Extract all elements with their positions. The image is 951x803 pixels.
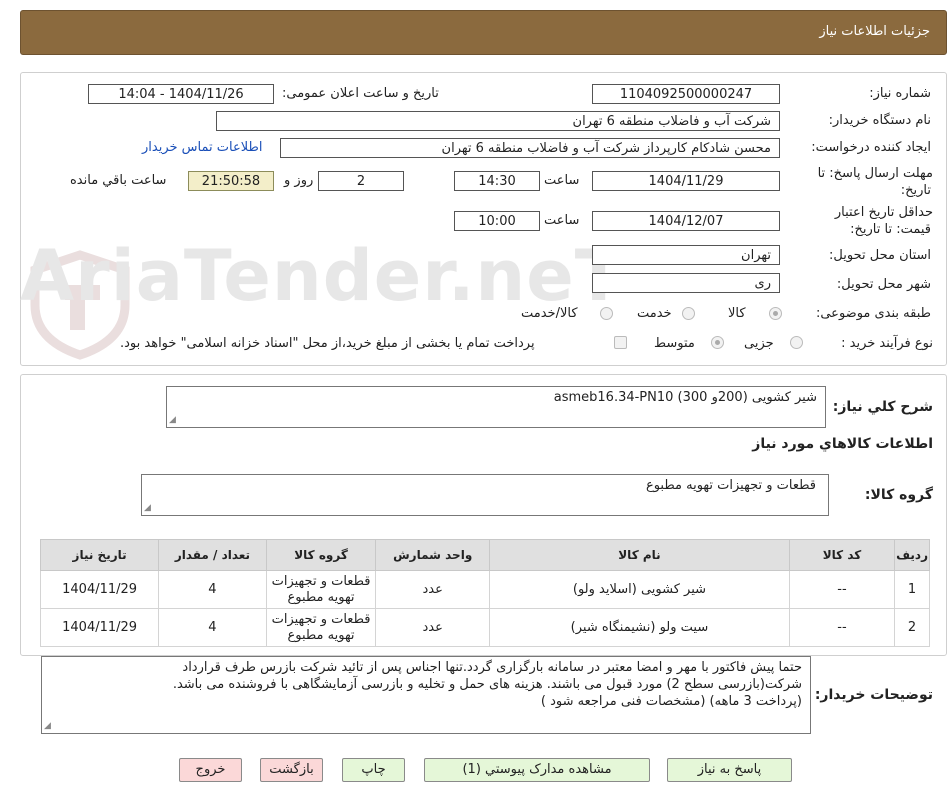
city-label: شهر محل تحویل:: [836, 277, 931, 292]
process-type-label: نوع فرآیند خرید :: [841, 336, 933, 351]
row-qty: 4: [158, 570, 267, 609]
buyer-org-field: شرکت آب و فاضلاب منطقه 6 تهران: [216, 111, 780, 131]
col-unit-header: واحد شمارش: [375, 539, 491, 571]
process-medium-radio[interactable]: [711, 336, 724, 349]
validity-label-2: قیمت: تا تاریخ:: [850, 222, 931, 237]
process-medium-label: متوسط: [654, 336, 695, 351]
need-number-field: 1104092500000247: [592, 84, 780, 104]
province-field: تهران: [592, 245, 780, 265]
countdown-timer: 21:50:58: [188, 171, 274, 191]
col-index-header: ردیف: [894, 539, 930, 571]
col-code-header: کد کالا: [788, 539, 896, 571]
goods-table: ردیف کد کالا نام کالا واحد شمارش گروه کا…: [39, 539, 930, 647]
print-button[interactable]: چاپ: [342, 758, 405, 782]
col-name-header: نام کالا: [489, 539, 790, 571]
category-label: طبقه بندی موضوعی:: [815, 306, 931, 321]
deadline-date-field: 1404/11/29: [592, 171, 780, 191]
buyer-notes-textarea[interactable]: حتما پیش فاکتور با مهر و امضا معتبر در س…: [41, 656, 811, 734]
watermark-text: AriaTender.neT: [20, 235, 624, 317]
col-group-header: گروه کالا: [265, 539, 377, 571]
category-service-label: خدمت: [637, 306, 672, 321]
view-attachments-button[interactable]: مشاهده مدارک پیوستي (1): [424, 758, 650, 782]
page-title: جزئیات اطلاعات نیاز: [819, 24, 930, 39]
days-remaining-field: 2: [318, 171, 404, 191]
announce-label: تاریخ و ساعت اعلان عمومی:: [282, 86, 439, 101]
resize-grip-icon[interactable]: ◢: [144, 504, 151, 513]
table-row[interactable]: 2 -- سیت ولو (نشیمنگاه شیر) عدد قطعات و …: [39, 608, 930, 647]
row-group: قطعات و تجهیزات تهویه مطبوع: [265, 608, 377, 647]
creator-field: محسن شادکام کارپرداز شرکت آب و فاضلاب من…: [280, 138, 780, 158]
row-name: شیر کشویی (اسلاید ولو): [489, 570, 790, 609]
buyer-notes-line: حتما پیش فاکتور با مهر و امضا معتبر در س…: [182, 660, 802, 675]
exit-button[interactable]: خروج: [179, 758, 242, 782]
row-unit: عدد: [375, 608, 491, 647]
buyer-notes-line: (پرداخت 3 ماهه) (مشخصات فنی مراجعه شود ): [540, 694, 802, 709]
category-both-radio[interactable]: [600, 307, 613, 320]
buyer-org-label: نام دستگاه خریدار:: [828, 113, 931, 128]
buyer-contact-link[interactable]: اطلاعات تماس خریدار: [142, 140, 262, 155]
goods-group-textarea[interactable]: قطعات و تجهیزات تهویه مطبوع ◢: [141, 474, 829, 516]
summary-text: شیر کشویی (200و 300) asmeb16.34-PN10: [553, 390, 817, 405]
city-field: ری: [592, 273, 780, 293]
col-date-header: تاریخ نیاز: [39, 539, 160, 571]
category-service-radio[interactable]: [682, 307, 695, 320]
announce-datetime-field: 1404/11/26 - 14:04: [88, 84, 274, 104]
summary-textarea[interactable]: شیر کشویی (200و 300) asmeb16.34-PN10 ◢: [166, 386, 826, 428]
treasury-payment-checkbox[interactable]: [614, 336, 627, 349]
buyer-notes-line: شرکت(بازرسی سطح 2) مورد قبول می باشند. ه…: [172, 677, 802, 692]
resize-grip-icon[interactable]: ◢: [169, 416, 176, 425]
validity-time-field: 10:00: [454, 211, 540, 231]
row-date: 1404/11/29: [39, 570, 160, 609]
deadline-time-label: ساعت: [544, 173, 580, 188]
category-goods-label: کالا: [728, 306, 746, 321]
table-row[interactable]: 1 -- شیر کشویی (اسلاید ولو) عدد قطعات و …: [39, 570, 930, 609]
row-unit: عدد: [375, 570, 491, 609]
resize-grip-icon[interactable]: ◢: [44, 722, 51, 731]
validity-date-field: 1404/12/07: [592, 211, 780, 231]
row-code: --: [788, 570, 896, 609]
col-qty-header: تعداد / مقدار: [158, 539, 267, 571]
row-index: 1: [894, 570, 930, 609]
need-number-label: شماره نیاز:: [869, 86, 931, 101]
category-goods-radio[interactable]: [769, 307, 782, 320]
creator-label: ایجاد کننده درخواست:: [811, 140, 931, 155]
treasury-payment-note: پرداخت تمام یا بخشی از مبلغ خرید،از محل …: [120, 336, 535, 351]
goods-info-title: اطلاعات کالاهاي مورد نياز: [752, 436, 933, 452]
goods-group-text: قطعات و تجهیزات تهویه مطبوع: [645, 478, 816, 493]
row-index: 2: [894, 608, 930, 647]
deadline-label-2: تاریخ:: [900, 183, 931, 198]
page-header: جزئیات اطلاعات نیاز: [20, 10, 947, 55]
deadline-time-field: 14:30: [454, 171, 540, 191]
row-qty: 4: [158, 608, 267, 647]
validity-label: حداقل تاریخ اعتبار: [834, 205, 933, 220]
reply-button[interactable]: پاسخ به نیاز: [667, 758, 792, 782]
summary-label: شرح کلي نیاز:: [832, 399, 933, 415]
table-header-row: ردیف کد کالا نام کالا واحد شمارش گروه کا…: [39, 539, 930, 571]
buyer-notes-label: توضیحات خریدار:: [814, 687, 933, 703]
goods-group-label: گروه کالا:: [864, 487, 933, 503]
row-name: سیت ولو (نشیمنگاه شیر): [489, 608, 790, 647]
process-small-radio[interactable]: [790, 336, 803, 349]
deadline-label: مهلت ارسال پاسخ: تا: [817, 166, 933, 181]
category-both-label: کالا/خدمت: [521, 306, 578, 321]
row-group: قطعات و تجهیزات تهویه مطبوع: [265, 570, 377, 609]
remaining-label: ساعت باقي مانده: [70, 173, 167, 188]
row-code: --: [788, 608, 896, 647]
days-label: روز و: [284, 173, 314, 188]
back-button[interactable]: بازگشت: [260, 758, 323, 782]
row-date: 1404/11/29: [39, 608, 160, 647]
validity-time-label: ساعت: [544, 213, 580, 228]
process-small-label: جزیی: [744, 336, 774, 351]
province-label: استان محل تحویل:: [829, 248, 931, 263]
